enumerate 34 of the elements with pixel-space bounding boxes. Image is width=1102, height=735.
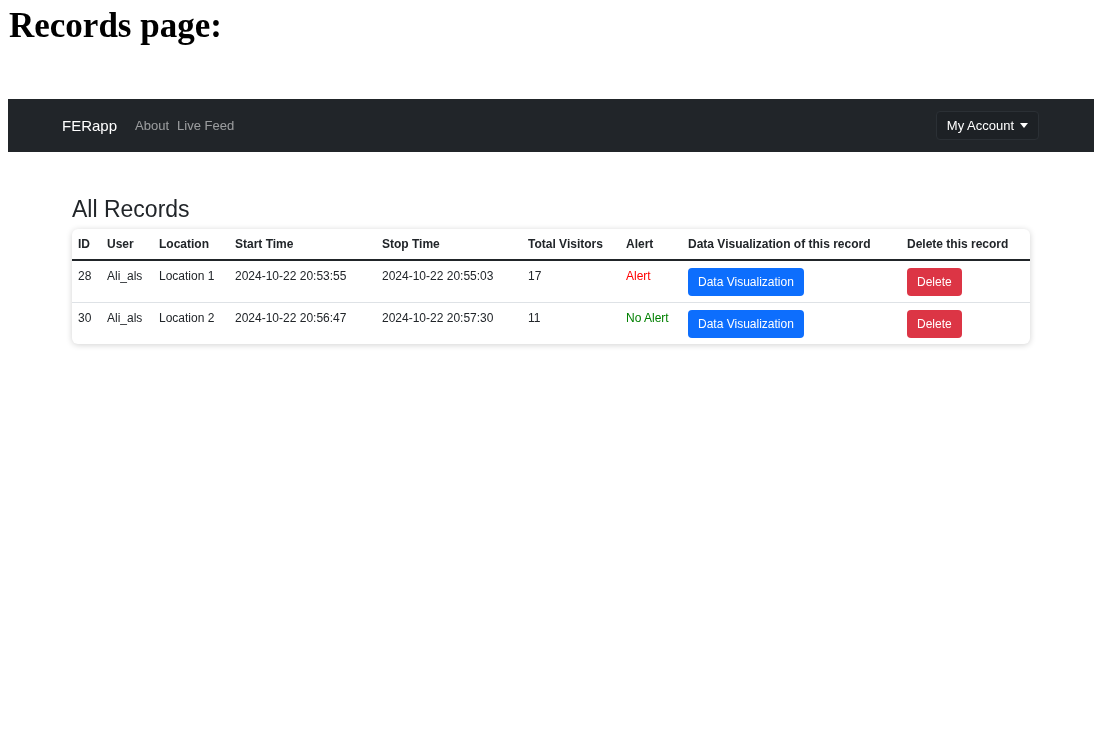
column-header: Total Visitors: [522, 229, 620, 260]
column-header: Data Visualization of this record: [682, 229, 901, 260]
brand-link[interactable]: FERapp: [62, 117, 118, 134]
table-cell: Ali_als: [107, 268, 143, 283]
table-cell: 17: [528, 268, 542, 283]
column-header: ID: [72, 229, 101, 260]
column-header: User: [101, 229, 153, 260]
data-visualization-button[interactable]: Data Visualization: [688, 310, 804, 338]
delete-button[interactable]: Delete: [907, 310, 962, 338]
column-header: Stop Time: [376, 229, 522, 260]
page-heading: Records page:: [9, 8, 222, 44]
table-cell: 28: [78, 268, 92, 283]
data-visualization-button[interactable]: Data Visualization: [688, 268, 804, 296]
caret-icon: [1020, 123, 1028, 128]
alert-status: Alert: [626, 268, 651, 283]
table-cell: 11: [528, 310, 541, 325]
table-cell: 2024-10-22 20:57:30: [382, 310, 494, 325]
table-cell: 2024-10-22 20:56:47: [235, 310, 347, 325]
alert-status: No Alert: [626, 310, 669, 325]
delete-button[interactable]: Delete: [907, 268, 962, 296]
column-header: Alert: [620, 229, 682, 260]
table-cell: 30: [78, 310, 92, 325]
column-header: Start Time: [229, 229, 376, 260]
table-cell: 2024-10-22 20:53:55: [235, 268, 347, 283]
column-header: Delete this record: [901, 229, 1030, 260]
account-dropdown[interactable]: My Account: [935, 111, 1039, 140]
table-cell: Location 1: [159, 268, 215, 283]
page-title: All Records: [72, 196, 190, 223]
table-cell: Ali_als: [107, 310, 143, 325]
column-header: Location: [153, 229, 229, 260]
table-cell: Location 2: [159, 310, 215, 325]
nav-link[interactable]: About: [135, 118, 169, 133]
table-cell: 2024-10-22 20:55:03: [382, 268, 494, 283]
nav-link[interactable]: Live Feed: [177, 118, 235, 133]
